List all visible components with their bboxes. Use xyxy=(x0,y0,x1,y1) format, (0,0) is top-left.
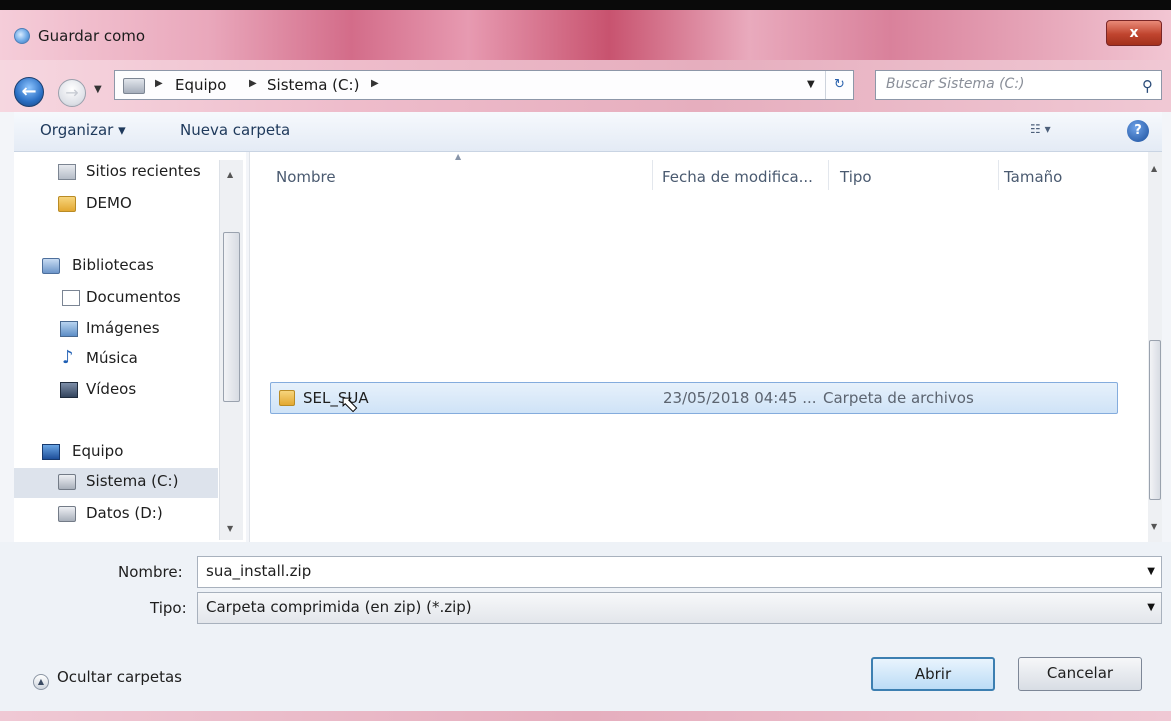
sidebar-item-label: Música xyxy=(86,349,138,367)
close-button[interactable]: x xyxy=(1106,20,1162,46)
column-header-size[interactable]: Tamaño xyxy=(1004,168,1062,186)
back-arrow-icon[interactable]: ← xyxy=(14,77,44,107)
column-divider[interactable] xyxy=(652,160,653,190)
computer-location-icon xyxy=(123,78,145,94)
column-header-date[interactable]: Fecha de modifica... xyxy=(662,168,813,186)
sidebar-item-label: Sitios recientes xyxy=(86,162,201,180)
title-bar[interactable]: Guardar como x xyxy=(0,10,1171,60)
sidebar-item-label: Documentos xyxy=(86,288,181,306)
sidebar-item-documents[interactable]: Documentos xyxy=(14,284,218,314)
sidebar-item-pictures[interactable]: Imágenes xyxy=(14,315,218,345)
search-icon[interactable]: ⚲ xyxy=(1142,77,1153,95)
top-border xyxy=(0,0,1171,10)
scroll-up-icon[interactable]: ▲ xyxy=(227,170,233,179)
file-date: 23/05/2018 04:45 ... xyxy=(663,389,817,407)
table-row[interactable]: SEL_SUA 23/05/2018 04:45 ... Carpeta de … xyxy=(270,382,1118,414)
collapse-up-icon: ▲ xyxy=(33,674,49,690)
save-as-dialog: Guardar como x ← → ▼ ▶ Equipo ▶ Sistema … xyxy=(0,0,1171,721)
breadcrumb-sistema[interactable]: Sistema (C:) xyxy=(267,76,359,94)
breadcrumb-equipo[interactable]: Equipo xyxy=(175,76,226,94)
toolbar: Organizar ▾ Nueva carpeta ☷ ▾ ? xyxy=(14,112,1162,152)
column-header-type[interactable]: Tipo xyxy=(840,168,872,186)
pictures-icon xyxy=(60,321,78,337)
sidebar-item-computer[interactable]: Equipo xyxy=(14,438,218,468)
mouse-cursor-icon: ⬉ xyxy=(339,392,359,418)
filetype-value: Carpeta comprimida (en zip) (*.zip) xyxy=(206,598,472,616)
scroll-up-icon[interactable]: ▲ xyxy=(1151,164,1157,173)
sidebar-item-label: Datos (D:) xyxy=(86,504,163,522)
filetype-label: Tipo: xyxy=(150,599,187,617)
address-dropdown-icon[interactable]: ▼ xyxy=(807,79,815,90)
history-dropdown-icon[interactable]: ▼ xyxy=(94,84,102,95)
refresh-icon[interactable]: ↻ xyxy=(825,71,853,99)
drive-icon xyxy=(58,474,76,490)
sidebar-item-label: Vídeos xyxy=(86,380,137,398)
address-bar[interactable]: ▶ Equipo ▶ Sistema (C:) ▶ ▼ ↻ xyxy=(114,70,854,100)
filename-input[interactable]: sua_install.zip ▼ xyxy=(197,556,1162,588)
scroll-thumb[interactable] xyxy=(1149,340,1161,500)
folder-icon xyxy=(279,390,295,406)
sidebar-item-videos[interactable]: Vídeos xyxy=(14,376,218,406)
navigation-pane: Sitios recientes DEMO Bibliotecas Docume… xyxy=(14,152,246,542)
hide-folders-label: Ocultar carpetas xyxy=(57,668,182,686)
cancel-button[interactable]: Cancelar xyxy=(1018,657,1142,691)
column-divider[interactable] xyxy=(998,160,999,190)
help-icon[interactable]: ? xyxy=(1127,120,1149,142)
file-list-scrollbar[interactable]: ▲ ▼ xyxy=(1148,152,1162,542)
sidebar-item-label: Bibliotecas xyxy=(72,256,154,274)
new-folder-button[interactable]: Nueva carpeta xyxy=(180,121,290,139)
sidebar-item-recent[interactable]: Sitios recientes xyxy=(14,158,218,188)
search-placeholder: Buscar Sistema (C:) xyxy=(886,76,1025,92)
sidebar-item-music[interactable]: Música xyxy=(14,345,218,375)
view-options-icon[interactable]: ☷ ▾ xyxy=(1030,122,1076,142)
filename-label: Nombre: xyxy=(118,563,183,581)
sidebar-item-system-c[interactable]: Sistema (C:) xyxy=(14,468,218,498)
music-icon xyxy=(62,347,76,368)
file-type: Carpeta de archivos xyxy=(823,389,974,407)
sort-ascending-icon: ▲ xyxy=(455,152,462,161)
filename-value: sua_install.zip xyxy=(206,562,312,580)
recent-places-icon xyxy=(58,164,76,180)
folder-icon xyxy=(58,196,76,212)
bottom-border xyxy=(0,711,1171,721)
chevron-right-icon[interactable]: ▶ xyxy=(155,78,163,89)
chevron-down-icon[interactable]: ▼ xyxy=(1147,566,1155,577)
forward-arrow-icon[interactable]: → xyxy=(58,79,86,107)
ie-logo-icon xyxy=(14,28,30,44)
file-name: SEL_SUA xyxy=(303,389,369,407)
sidebar-item-label: DEMO xyxy=(86,194,132,212)
window-title: Guardar como xyxy=(38,27,146,45)
hide-folders-toggle[interactable]: ▲ Ocultar carpetas xyxy=(33,668,182,690)
videos-icon xyxy=(60,382,78,398)
scroll-thumb[interactable] xyxy=(223,232,240,402)
sidebar-item-label: Equipo xyxy=(72,442,124,460)
sidebar-item-label: Imágenes xyxy=(86,319,160,337)
sidebar-item-label: Sistema (C:) xyxy=(86,472,179,490)
column-header-name[interactable]: Nombre xyxy=(276,168,336,186)
documents-icon xyxy=(62,290,80,306)
nav-scrollbar[interactable]: ▲ ▼ xyxy=(219,160,243,540)
organize-button[interactable]: Organizar ▾ xyxy=(40,121,126,139)
open-button[interactable]: Abrir xyxy=(871,657,995,691)
sidebar-item-demo[interactable]: DEMO xyxy=(14,190,218,220)
scroll-down-icon[interactable]: ▼ xyxy=(1151,522,1157,531)
save-form: Nombre: sua_install.zip ▼ Tipo: Carpeta … xyxy=(0,542,1171,721)
libraries-icon xyxy=(42,258,60,274)
chevron-down-icon[interactable]: ▼ xyxy=(1147,602,1155,613)
computer-icon xyxy=(42,444,60,460)
sidebar-item-data-d[interactable]: Datos (D:) xyxy=(14,500,218,530)
search-input[interactable]: Buscar Sistema (C:) ⚲ xyxy=(875,70,1162,100)
file-list: ▲ Nombre Fecha de modifica... Tipo Tamañ… xyxy=(249,152,1162,542)
filetype-select[interactable]: Carpeta comprimida (en zip) (*.zip) ▼ xyxy=(197,592,1162,624)
column-divider[interactable] xyxy=(828,160,829,190)
drive-icon xyxy=(58,506,76,522)
chevron-right-icon[interactable]: ▶ xyxy=(249,78,257,89)
sidebar-item-libraries[interactable]: Bibliotecas xyxy=(14,252,218,282)
chevron-right-icon[interactable]: ▶ xyxy=(371,78,379,89)
scroll-down-icon[interactable]: ▼ xyxy=(227,524,233,533)
